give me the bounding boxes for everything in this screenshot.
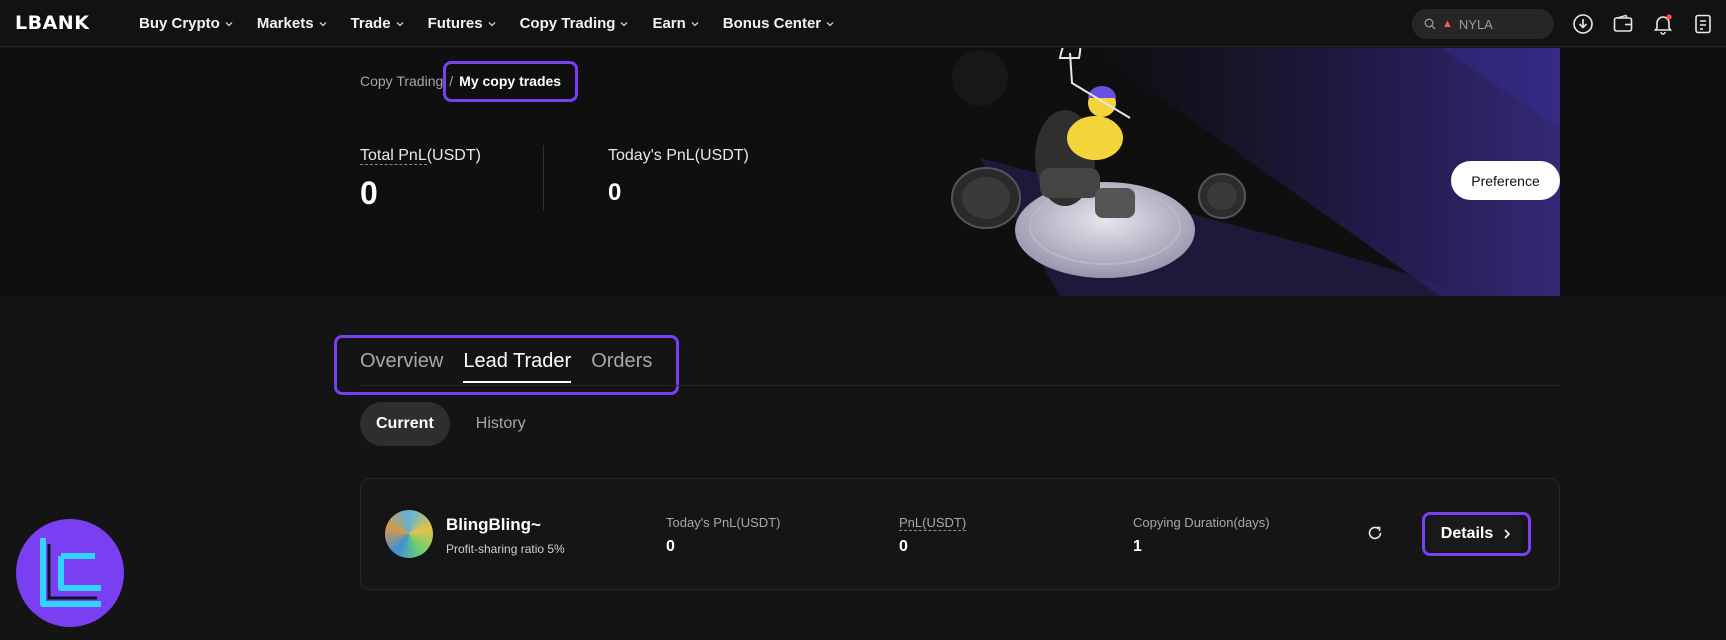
- flame-icon: ▲: [1442, 18, 1453, 30]
- chevron-down-icon: [826, 21, 834, 26]
- avatar[interactable]: [385, 510, 433, 558]
- nav-item-trade[interactable]: Trade: [351, 15, 404, 32]
- tab-overview[interactable]: Overview: [360, 350, 443, 383]
- nav-item-copy-trading[interactable]: Copy Trading: [520, 15, 629, 32]
- today-pnl-stat: Today's PnL(USDT) 0: [608, 147, 749, 207]
- copying-duration-value: 1: [1133, 538, 1142, 555]
- chevron-down-icon: [396, 21, 404, 26]
- chevron-down-icon: [488, 21, 496, 26]
- subtab-history[interactable]: History: [460, 402, 542, 446]
- stat-divider: [543, 145, 544, 211]
- main-tabs: Overview Lead Trader Orders: [360, 350, 672, 383]
- details-button[interactable]: Details: [1430, 516, 1522, 552]
- chevron-right-icon: [1504, 529, 1511, 539]
- total-pnl-value: 0: [360, 175, 378, 211]
- today-pnl-column-value: 0: [666, 538, 675, 555]
- nav-item-markets[interactable]: Markets: [257, 15, 327, 32]
- sub-tabs: Current History: [360, 402, 552, 446]
- trader-name[interactable]: BlingBling~: [446, 515, 541, 535]
- tab-lead-trader[interactable]: Lead Trader: [463, 350, 571, 383]
- subtab-current[interactable]: Current: [360, 402, 450, 446]
- nav-item-bonus-center[interactable]: Bonus Center: [723, 15, 834, 32]
- share-icon[interactable]: [1366, 524, 1384, 542]
- bell-icon[interactable]: [1652, 13, 1674, 35]
- breadcrumb-separator: /: [449, 73, 454, 89]
- today-pnl-column-label: Today's PnL(USDT): [666, 515, 781, 530]
- search-placeholder: NYLA: [1458, 16, 1493, 32]
- top-nav: LBANK Buy Crypto Markets Trade Futures C…: [0, 0, 1726, 47]
- chevron-down-icon: [225, 21, 233, 26]
- breadcrumb-current: My copy trades: [459, 73, 562, 89]
- nav-item-buy-crypto[interactable]: Buy Crypto: [139, 15, 233, 32]
- profit-sharing-ratio: Profit-sharing ratio 5%: [446, 542, 565, 556]
- lbank-logo[interactable]: LBANK: [15, 12, 89, 34]
- search-input[interactable]: ▲ NYLA: [1412, 9, 1554, 39]
- total-pnl-stat: Total PnL(USDT) 0: [360, 147, 481, 212]
- wallet-icon[interactable]: [1612, 13, 1634, 35]
- chevron-down-icon: [620, 21, 628, 26]
- watermark-logo-icon: [16, 519, 124, 627]
- tab-orders[interactable]: Orders: [591, 350, 652, 383]
- hero-banner: Copy Trading / My copy trades Total PnL(…: [0, 48, 1726, 296]
- trader-card: BlingBling~ Profit-sharing ratio 5% Toda…: [360, 478, 1560, 590]
- download-icon[interactable]: [1572, 13, 1594, 35]
- notification-dot: [1666, 14, 1672, 20]
- details-label: Details: [1440, 525, 1494, 542]
- nav-item-futures[interactable]: Futures: [428, 15, 496, 32]
- pnl-column-label[interactable]: PnL(USDT): [899, 515, 967, 531]
- nav-item-earn[interactable]: Earn: [652, 15, 699, 32]
- nav-menu: Buy Crypto Markets Trade Futures Copy Tr…: [139, 0, 858, 47]
- search-icon: [1424, 18, 1436, 30]
- chevron-down-icon: [691, 21, 699, 26]
- breadcrumb: Copy Trading / My copy trades: [360, 73, 561, 89]
- copying-duration-label: Copying Duration(days): [1133, 515, 1270, 530]
- chevron-down-icon: [319, 21, 327, 26]
- pnl-column-value: 0: [899, 538, 908, 555]
- tabs-divider: [360, 385, 1560, 386]
- today-pnl-label: Today's PnL(USDT): [608, 147, 749, 164]
- preference-button[interactable]: Preference: [1451, 161, 1560, 200]
- account-icon[interactable]: [1692, 13, 1714, 35]
- total-pnl-label: Total PnL(USDT): [360, 147, 481, 165]
- today-pnl-value: 0: [608, 179, 622, 206]
- breadcrumb-copy-trading[interactable]: Copy Trading: [360, 73, 443, 89]
